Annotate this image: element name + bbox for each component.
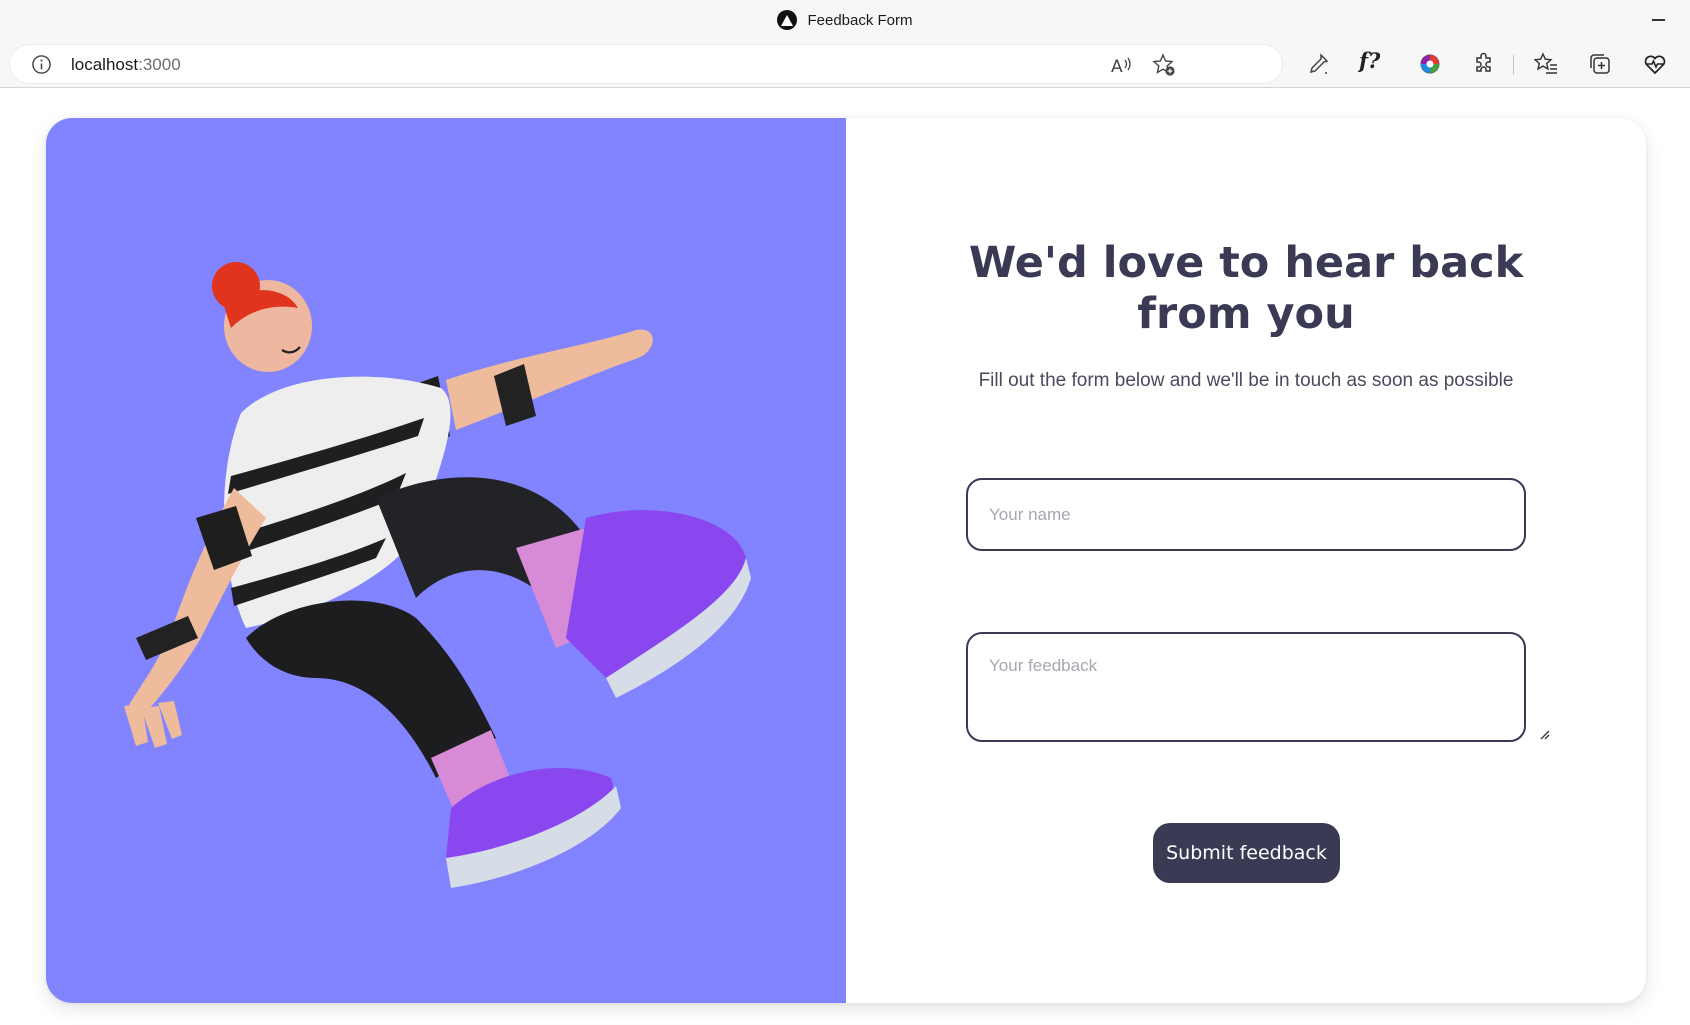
fx-icon[interactable]: f? [1359, 48, 1380, 73]
feedback-card: We'd love to hear back from you Fill out… [46, 118, 1646, 1003]
form-subtitle: Fill out the form below and we'll be in … [978, 370, 1514, 391]
add-favorite-icon[interactable] [1152, 53, 1176, 77]
svg-text:A: A [1111, 57, 1123, 77]
url-text[interactable]: localhost:3000 [71, 55, 181, 75]
url-host: localhost [71, 55, 139, 74]
color-wheel-icon[interactable] [1418, 52, 1442, 76]
toolbar-separator [1513, 55, 1514, 75]
person-illustration [124, 262, 751, 888]
window-title-group: Feedback Form [777, 10, 913, 30]
triangle-logo-icon [777, 10, 798, 30]
read-aloud-icon[interactable]: A [1110, 53, 1134, 77]
feedback-form: We'd love to hear back from you Fill out… [846, 118, 1646, 1003]
url-port: :3000 [138, 55, 181, 74]
resize-grip-icon[interactable] [1538, 728, 1550, 740]
minimize-icon[interactable] [1648, 12, 1668, 28]
address-bar[interactable]: localhost:3000 A [10, 45, 1282, 83]
feedback-textarea[interactable] [966, 632, 1526, 742]
illustration-panel [46, 118, 846, 1003]
info-icon[interactable] [31, 54, 52, 75]
submit-feedback-button[interactable]: Submit feedback [1153, 823, 1340, 883]
form-heading: We'd love to hear back from you [968, 238, 1524, 339]
extensions-icon[interactable] [1472, 52, 1496, 76]
name-input[interactable] [966, 478, 1526, 551]
window-titlebar: Feedback Form [0, 0, 1690, 40]
window-title: Feedback Form [807, 11, 913, 29]
collections-icon[interactable] [1588, 52, 1612, 76]
browser-toolbar: localhost:3000 A f? [0, 40, 1690, 88]
favorites-icon[interactable] [1534, 52, 1558, 76]
page: We'd love to hear back from you Fill out… [0, 89, 1690, 1025]
eyedropper-icon[interactable] [1306, 52, 1330, 76]
browser-essentials-icon[interactable] [1643, 52, 1667, 76]
